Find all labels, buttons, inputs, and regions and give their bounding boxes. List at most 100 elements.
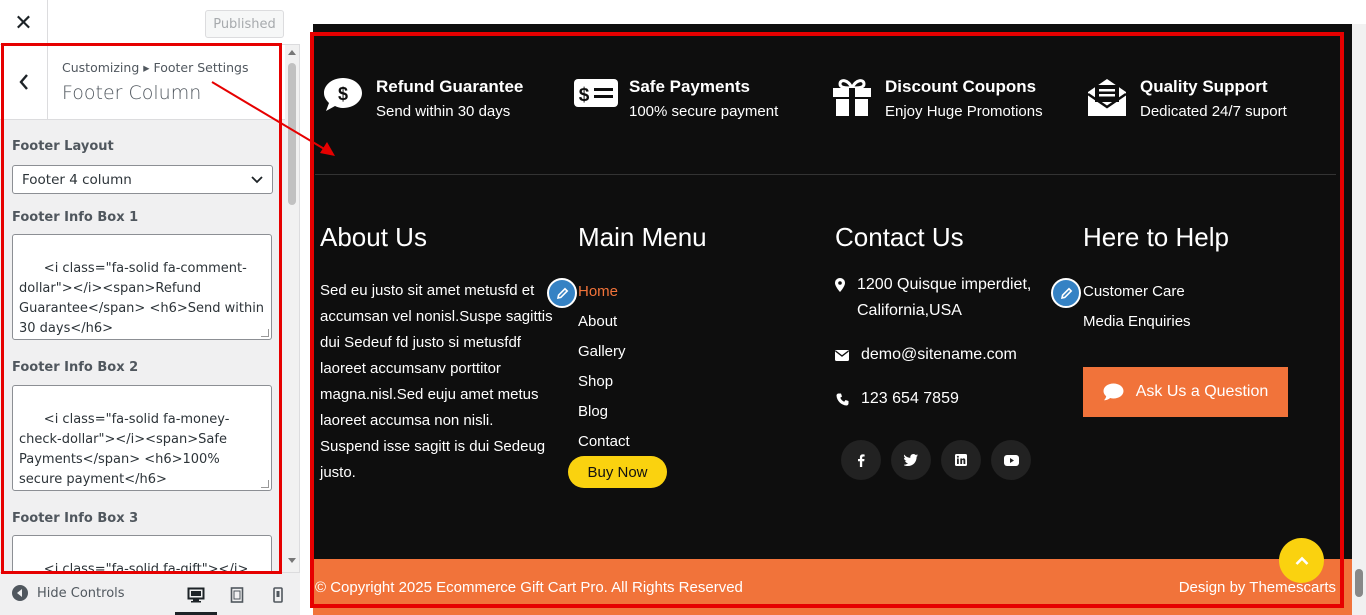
info-box-1-textarea[interactable]: <i class="fa-solid fa-comment-dollar"></… [12,234,272,340]
info-box-title: Safe Payments [629,77,750,96]
chevron-up-icon [1295,556,1308,565]
customizer-topbar: ✕ Published [0,0,300,45]
contact-phone-text: 123 654 7859 [861,390,959,407]
info-box-subtitle: 100% secure payment [629,103,779,120]
hide-controls-button[interactable]: Hide Controls [12,585,125,601]
ask-question-label: Ask Us a Question [1135,383,1269,400]
linkedin-button[interactable] [941,440,981,480]
twitter-button[interactable] [891,440,931,480]
info-box-title: Discount Coupons [885,77,1037,96]
pencil-icon [1060,287,1072,299]
design-by-link[interactable]: Design by Themescarts [1179,579,1336,596]
scroll-thumb[interactable] [288,63,296,205]
edit-shortcut-button[interactable] [547,278,577,308]
desktop-icon [187,587,205,603]
buy-now-button[interactable]: Buy Now [568,456,667,488]
contact-phone[interactable]: 123 654 7859 [835,386,959,412]
menu-item-shop[interactable]: Shop [578,373,613,390]
info-box-1-value: <i class="fa-solid fa-comment-dollar"></… [19,261,269,336]
preview-scroll-thumb[interactable] [1355,569,1363,597]
info-box-title: Refund Guarantee [376,77,524,96]
info-box-subtitle: Send within 30 days [376,103,511,120]
desktop-preview-button[interactable] [183,583,209,607]
info-box-subtitle: Dedicated 24/7 suport [1140,103,1287,120]
chevron-left-icon [18,74,28,90]
help-item-media-enquiries[interactable]: Media Enquiries [1083,313,1191,330]
info-box-2-value: <i class="fa-solid fa-money-check-dollar… [19,412,232,487]
published-button[interactable]: Published [205,10,284,38]
money-check-dollar-icon: $ [573,76,619,122]
site-footer: $ Refund Guarantee Send within 30 days $… [313,24,1355,615]
ask-question-button[interactable]: Ask Us a Question [1083,367,1288,417]
contact-heading: Contact Us [835,222,964,252]
menu-item-gallery[interactable]: Gallery [578,343,626,360]
sidebar-footer: Hide Controls [0,572,300,615]
gift-icon [829,76,875,122]
section-header: Customizing ▸ Footer Settings Footer Col… [0,45,285,120]
pencil-icon [556,287,568,299]
contact-address-text: 1200 Quisque imperdiet, California,USA [857,276,1032,319]
copyright-text: © Copyright 2025 Ecommerce Gift Cart Pro… [315,579,743,596]
preview-scrollbar[interactable] [1352,24,1366,615]
location-pin-icon [835,272,845,298]
menu-item-contact[interactable]: Contact [578,433,630,450]
facebook-button[interactable] [841,440,881,480]
menu-item-home[interactable]: Home [578,283,618,300]
info-box-coupons: Discount Coupons Enjoy Huge Promotions [829,76,1043,122]
hide-controls-label: Hide Controls [37,585,125,601]
contact-email-text: demo@sitename.com [861,346,1017,363]
footer-divider [315,174,1336,175]
scroll-up-arrow[interactable] [288,50,296,55]
resize-handle[interactable] [261,480,269,488]
info-box-title: Quality Support [1140,77,1268,96]
back-button[interactable] [0,45,48,119]
collapse-arrow-icon [12,585,28,601]
info-box-2-textarea[interactable]: <i class="fa-solid fa-money-check-dollar… [12,385,272,491]
youtube-icon [1003,454,1019,466]
mobile-preview-button[interactable] [265,583,291,607]
info-box-support: Quality Support Dedicated 24/7 suport [1084,76,1287,122]
info-box-3-textarea[interactable]: <i class="fa-solid fa-gift"></i><span>Di… [12,535,272,572]
about-text: Sed eu justo sit amet metusfd et accumsa… [320,282,553,481]
youtube-button[interactable] [991,440,1031,480]
svg-text:$: $ [579,85,590,106]
close-customizer-button[interactable]: ✕ [0,0,48,45]
contact-address: 1200 Quisque imperdiet, California,USA [835,272,1045,324]
footer-layout-value: Footer 4 column [22,171,132,188]
comment-icon [1103,383,1124,401]
info-box-payments: $ Safe Payments 100% secure payment [573,76,778,122]
info-box-2-label: Footer Info Box 2 [12,360,139,375]
menu-item-about[interactable]: About [578,313,617,330]
resize-handle[interactable] [261,329,269,337]
info-box-3-value: <i class="fa-solid fa-gift"></i><span>Di… [43,562,249,572]
edit-shortcut-button[interactable] [1051,278,1081,308]
scroll-to-top-button[interactable] [1279,538,1324,583]
help-item-customer-care[interactable]: Customer Care [1083,283,1185,300]
info-box-subtitle: Enjoy Huge Promotions [885,103,1043,120]
site-preview: $ Refund Guarantee Send within 30 days $… [300,0,1366,615]
twitter-icon [904,454,918,466]
sidebar-scrollbar[interactable] [285,45,299,572]
info-box-refund: $ Refund Guarantee Send within 30 days [320,76,523,122]
controls-panel: Footer Layout Footer 4 column Footer Inf… [0,120,285,572]
help-heading: Here to Help [1083,222,1229,252]
section-title: Footer Column [62,82,202,104]
menu-item-blog[interactable]: Blog [578,403,608,420]
linkedin-icon [955,454,967,466]
tablet-preview-button[interactable] [224,583,250,607]
envelope-icon [835,342,849,368]
facebook-icon [858,453,865,467]
breadcrumb: Customizing ▸ Footer Settings [62,60,249,75]
scroll-down-arrow[interactable] [288,558,296,563]
tablet-icon [230,587,244,603]
info-box-1-label: Footer Info Box 1 [12,210,139,225]
comment-dollar-icon: $ [320,76,366,122]
about-heading: About Us [320,222,427,252]
mobile-icon [273,587,283,603]
footer-layout-select[interactable]: Footer 4 column [12,165,273,194]
main-menu-heading: Main Menu [578,222,707,252]
contact-email[interactable]: demo@sitename.com [835,342,1017,368]
svg-text:$: $ [338,84,348,104]
copyright-bar: © Copyright 2025 Ecommerce Gift Cart Pro… [313,559,1355,615]
customizer-sidebar: ✕ Published Customizing ▸ Footer Setting… [0,0,300,615]
